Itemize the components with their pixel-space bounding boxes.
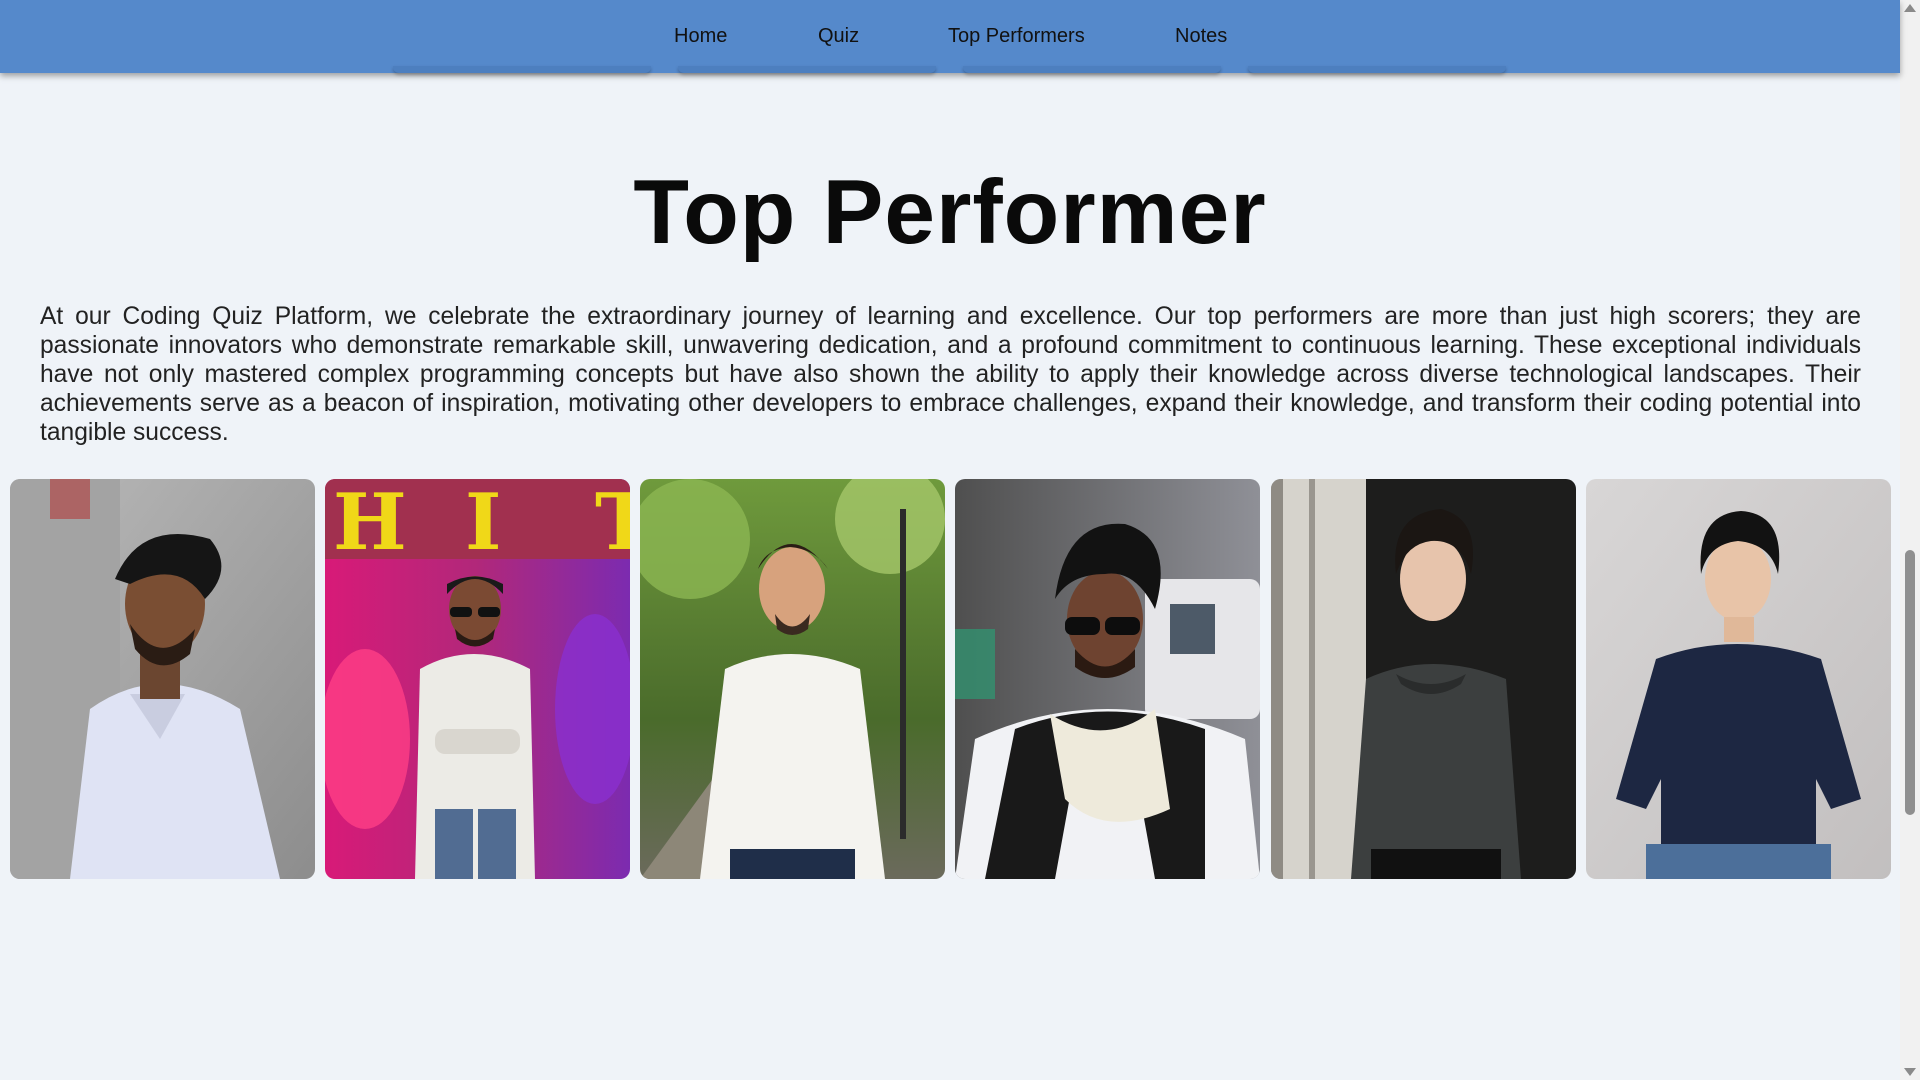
performer-photo (1271, 479, 1576, 879)
performer-photo (640, 479, 945, 879)
nav-link-home[interactable]: Home (674, 25, 727, 47)
top-navbar: Home Quiz Top Performers Notes (0, 0, 1900, 73)
scroll-up-arrow-icon[interactable] (1904, 4, 1916, 12)
nav-link-notes[interactable]: Notes (1175, 25, 1227, 47)
vertical-scrollbar[interactable] (1900, 0, 1920, 1080)
intro-paragraph: At our Coding Quiz Platform, we celebrat… (40, 303, 1861, 446)
nav-link-quiz[interactable]: Quiz (818, 25, 859, 47)
page: Home Quiz Top Performers Notes Top Perfo… (0, 0, 1920, 1080)
performer-photo: H I T (325, 479, 630, 879)
banner-letter: H (333, 479, 407, 568)
scrollbar-thumb[interactable] (1905, 550, 1915, 815)
performer-photo (1586, 479, 1891, 879)
banner-letter: I (465, 479, 502, 568)
scroll-down-arrow-icon[interactable] (1904, 1068, 1916, 1076)
performer-photo (955, 479, 1260, 879)
nav-link-top-performers[interactable]: Top Performers (948, 25, 1085, 47)
nav-links: Home Quiz Top Performers Notes (0, 0, 1900, 73)
banner-letter: T (595, 479, 630, 568)
page-title: Top Performer (633, 162, 1267, 263)
performer-photo (10, 479, 315, 879)
